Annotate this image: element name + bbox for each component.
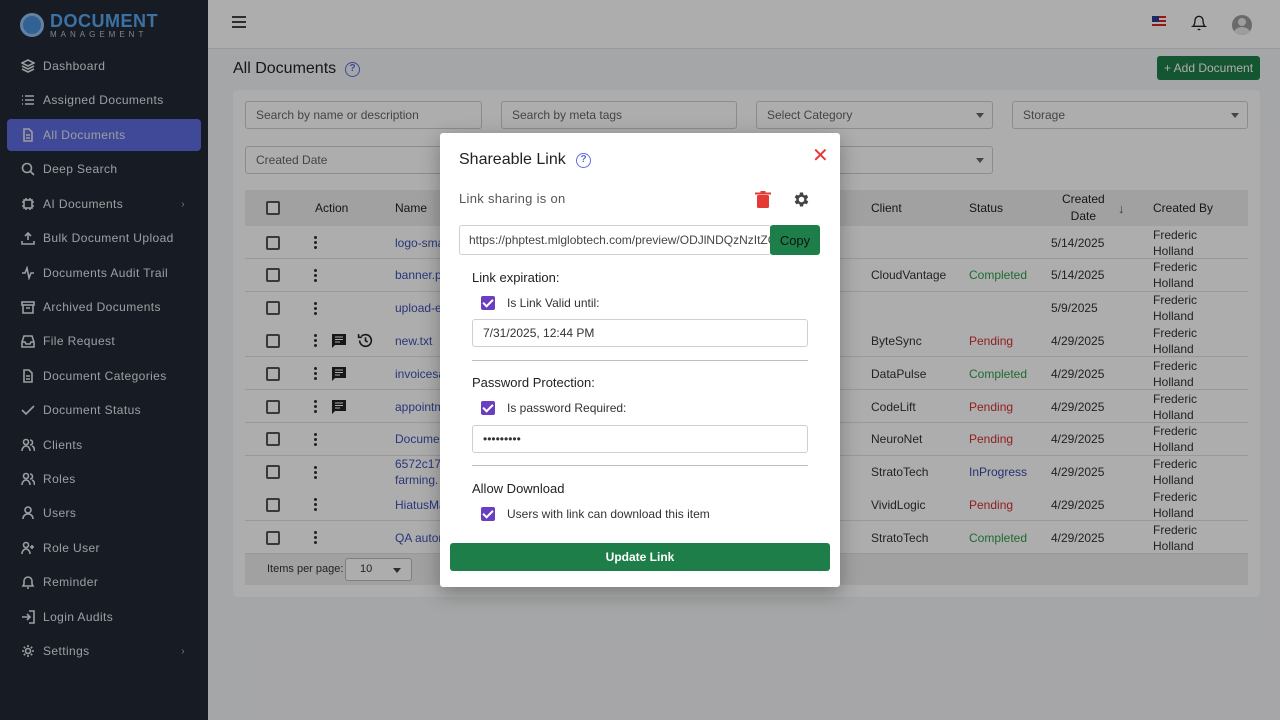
password-protection-label: Password Protection: [472,375,595,390]
divider [472,360,808,361]
link-expiration-label: Link expiration: [472,270,560,285]
close-icon[interactable]: ✕ [812,143,829,168]
valid-until-input[interactable]: 7/31/2025, 12:44 PM [472,319,808,347]
link-valid-label: Is Link Valid until: [507,296,600,310]
update-link-button[interactable]: Update Link [450,543,830,571]
allow-download-checkbox-label: Users with link can download this item [507,507,710,521]
shareable-link-dialog: Shareable Link ? ✕ Link sharing is on ht… [440,133,840,587]
divider [472,465,808,466]
dialog-title: Shareable Link [459,151,566,168]
share-url-input[interactable]: https://phptest.mlglobtech.com/preview/O… [459,225,771,255]
settings-gear-icon[interactable] [792,190,811,209]
allow-download-checkbox[interactable] [481,507,495,521]
copy-button[interactable]: Copy [770,225,820,255]
password-input[interactable]: ••••••••• [472,425,808,453]
password-required-checkbox[interactable] [481,401,495,415]
password-required-label: Is password Required: [507,401,627,415]
help-icon[interactable]: ? [576,153,591,168]
link-valid-checkbox[interactable] [481,296,495,310]
delete-icon[interactable] [755,191,771,209]
allow-download-label: Allow Download [472,481,565,496]
link-sharing-status: Link sharing is on [459,191,566,206]
